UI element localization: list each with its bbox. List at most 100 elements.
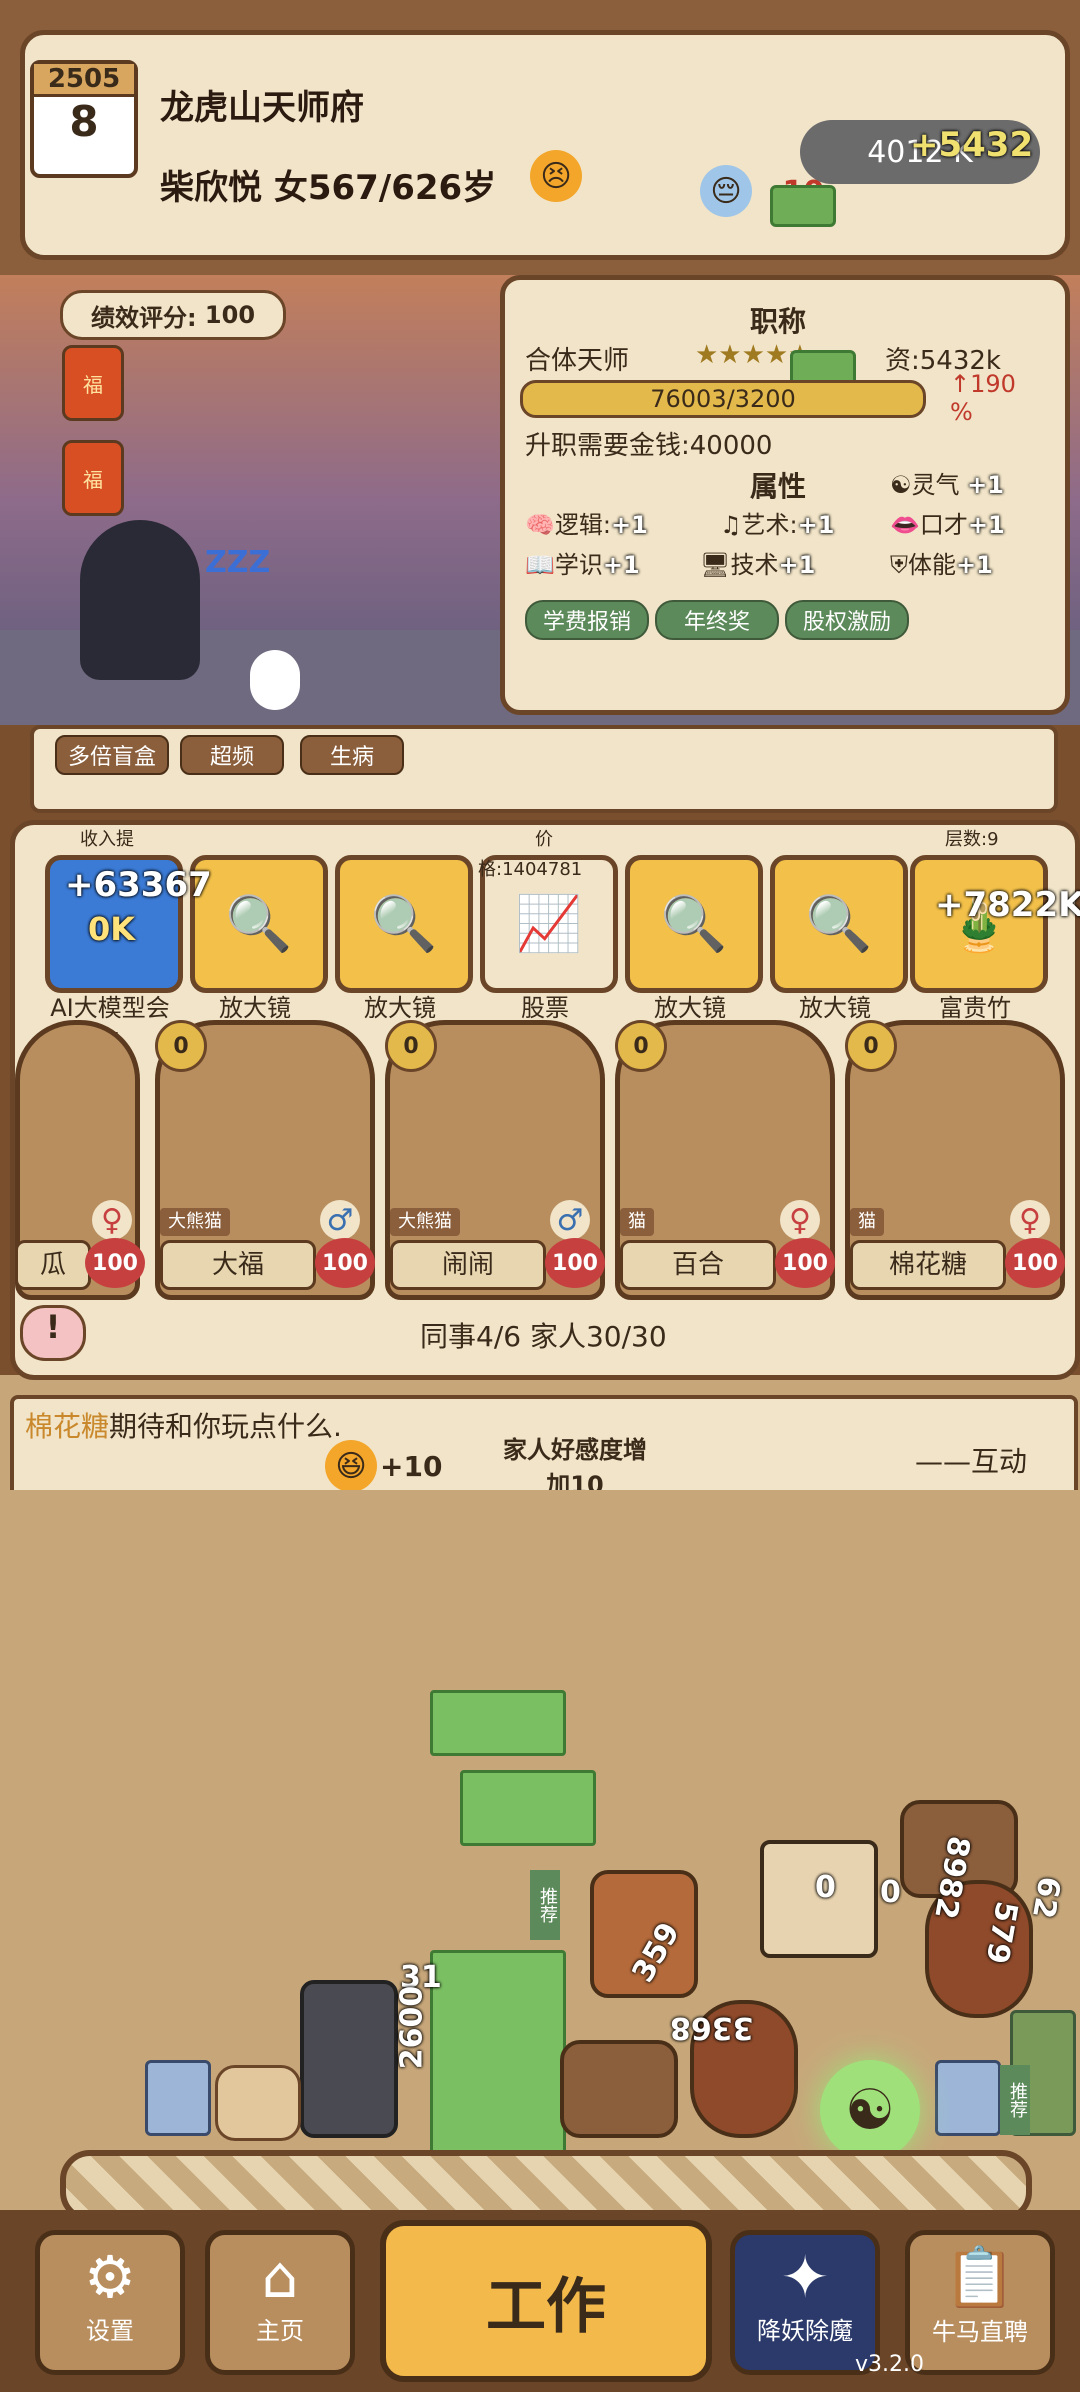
income-label: 收入提 xyxy=(80,829,134,850)
lantern-icon: 福 xyxy=(62,345,124,421)
affection-heart: 100 xyxy=(545,1238,605,1288)
stock-price: 格:1404781 xyxy=(478,859,583,880)
income-float: +63367 xyxy=(65,865,212,905)
pet-name: 百合 xyxy=(620,1240,776,1290)
message-line: 棉花糖期待和你玩点什么. xyxy=(25,1405,342,1445)
demon-quest-label: 降妖除魔 xyxy=(757,2317,853,2345)
item-label: 放大镜 xyxy=(219,994,291,1022)
attr-knowledge: 📖学识+1 xyxy=(525,551,640,579)
home-button[interactable]: ⌂ 主页 xyxy=(205,2230,355,2375)
alert-icon[interactable]: ! xyxy=(20,1305,86,1361)
pet-name: 瓜 xyxy=(15,1240,91,1290)
pet-name: 棉花糖 xyxy=(850,1240,1006,1290)
sack-icon[interactable] xyxy=(215,2065,301,2141)
species-tag: 猫 xyxy=(620,1208,654,1236)
attr-eloquence: 👄口才+1 xyxy=(890,511,1005,539)
happy-face-icon: 😆 xyxy=(325,1440,377,1492)
pet-name: 闹闹 xyxy=(390,1240,546,1290)
benefit-bonus[interactable]: 年终奖 xyxy=(655,600,779,640)
barrel-icon[interactable] xyxy=(560,2040,678,2138)
recruit-label: 牛马直聘 xyxy=(932,2318,1028,2346)
level-badge: 0 xyxy=(155,1020,207,1072)
attr-aura: ☯灵气 +1 xyxy=(890,471,1004,499)
raise-text: ↑190 % xyxy=(950,370,1016,426)
reward-text: +10 xyxy=(380,1450,443,1483)
book-icon[interactable] xyxy=(935,2060,1001,2136)
score-label: 绩效评分: xyxy=(90,303,197,332)
value-label: 2600 xyxy=(394,1985,430,2070)
item-label: 放大镜 xyxy=(799,994,871,1022)
species-tag: 大熊猫 xyxy=(160,1208,230,1236)
value-label: 0 xyxy=(880,1875,901,1910)
calendar-year: 2505 xyxy=(34,64,134,97)
calendar: 2505 8 xyxy=(30,60,138,178)
message-text: 期待和你玩点什么. xyxy=(109,1410,342,1443)
version-text: v3.2.0 xyxy=(855,2352,924,2377)
item-label: 股票 xyxy=(521,994,569,1022)
snowman-icon xyxy=(250,650,300,710)
value-label: 3368 xyxy=(670,2010,754,2045)
home-icon: ⌂ xyxy=(261,2243,299,2311)
settings-button[interactable]: ⚙ 设置 xyxy=(35,2230,185,2375)
talisman-icon: ✦ xyxy=(780,2243,830,2311)
calendar-day: 8 xyxy=(69,97,99,146)
briefcase-icon[interactable] xyxy=(300,1980,398,2138)
tag-sick[interactable]: 生病 xyxy=(300,735,404,775)
magnifier-icon[interactable]: 🔍 xyxy=(625,855,763,993)
gender-icon: ♂ xyxy=(550,1200,590,1240)
player-avatar[interactable] xyxy=(80,520,200,680)
home-label: 主页 xyxy=(256,2317,304,2345)
message-speaker: 棉花糖 xyxy=(25,1410,110,1443)
sleep-indicator: ZZZ xyxy=(205,545,271,580)
attr-tech: 🖥技术+1 xyxy=(700,551,816,579)
angry-face-icon: 😣 xyxy=(530,150,582,202)
item-label: 放大镜 xyxy=(654,994,726,1022)
tag-overclock[interactable]: 超频 xyxy=(180,735,284,775)
recommend-tag: 推荐 xyxy=(1000,2065,1030,2135)
tag-multi-box[interactable]: 多倍盲盒 xyxy=(55,735,169,775)
gear-icon: ⚙ xyxy=(84,2243,136,2311)
attributes-title: 属性 xyxy=(750,470,807,503)
attr-logic: 🧠逻辑:+1 xyxy=(525,511,648,539)
level-badge: 0 xyxy=(385,1020,437,1072)
gender-icon: ♂ xyxy=(320,1200,360,1240)
benefit-equity[interactable]: 股权激励 xyxy=(785,600,909,640)
book-icon[interactable] xyxy=(145,2060,211,2136)
job-section-title: 职称 xyxy=(750,305,807,338)
item-label: 富贵竹 xyxy=(939,994,1011,1022)
yin-yang-coin-icon[interactable]: ☯ xyxy=(820,2060,920,2160)
sad-face-icon: 😔 xyxy=(700,165,752,217)
magnifier-icon[interactable]: 🔍 xyxy=(770,855,908,993)
benefit-tuition[interactable]: 学费报销 xyxy=(525,600,649,640)
layer-count: 层数:9 xyxy=(945,829,999,850)
species-tag: 大熊猫 xyxy=(390,1208,460,1236)
income-ok: 0K xyxy=(88,910,136,948)
item-label: 放大镜 xyxy=(364,994,436,1022)
pet-name: 大福 xyxy=(160,1240,316,1290)
value-label: 0 xyxy=(815,1870,836,1905)
cash-stack-icon[interactable] xyxy=(460,1770,596,1846)
promotion-cost: 升职需要金钱:40000 xyxy=(525,431,773,461)
recommend-tag: 推荐 xyxy=(530,1870,560,1940)
performance-score: 绩效评分: 100 xyxy=(60,290,286,340)
settings-label: 设置 xyxy=(86,2317,134,2345)
gender-icon: ♀ xyxy=(92,1200,132,1240)
affection-heart: 100 xyxy=(85,1238,145,1288)
bamboo-float: +7822K xyxy=(935,885,1080,925)
recruit-button[interactable]: 📋 牛马直聘 xyxy=(905,2230,1055,2375)
cash-stack-icon[interactable] xyxy=(430,1690,566,1756)
magnifier-icon[interactable]: 🔍 xyxy=(335,855,473,993)
attr-stamina: ⛨体能+1 xyxy=(890,551,993,579)
gender-icon: ♀ xyxy=(1010,1200,1050,1240)
work-button[interactable]: 工作 xyxy=(380,2220,712,2382)
staff-family-counts: 同事4/6 家人30/30 xyxy=(420,1320,667,1353)
money-gain-float: +5432 xyxy=(910,125,1034,165)
message-source: ——互动 xyxy=(915,1445,1028,1478)
affection-heart: 100 xyxy=(775,1238,835,1288)
attr-art: ♫艺术:+1 xyxy=(720,511,835,539)
affection-heart: 100 xyxy=(1005,1238,1065,1288)
species-tag: 猫 xyxy=(850,1208,884,1236)
gender-icon: ♀ xyxy=(780,1200,820,1240)
lantern-icon: 福 xyxy=(62,440,124,516)
job-title: 合体天师 xyxy=(525,346,630,376)
